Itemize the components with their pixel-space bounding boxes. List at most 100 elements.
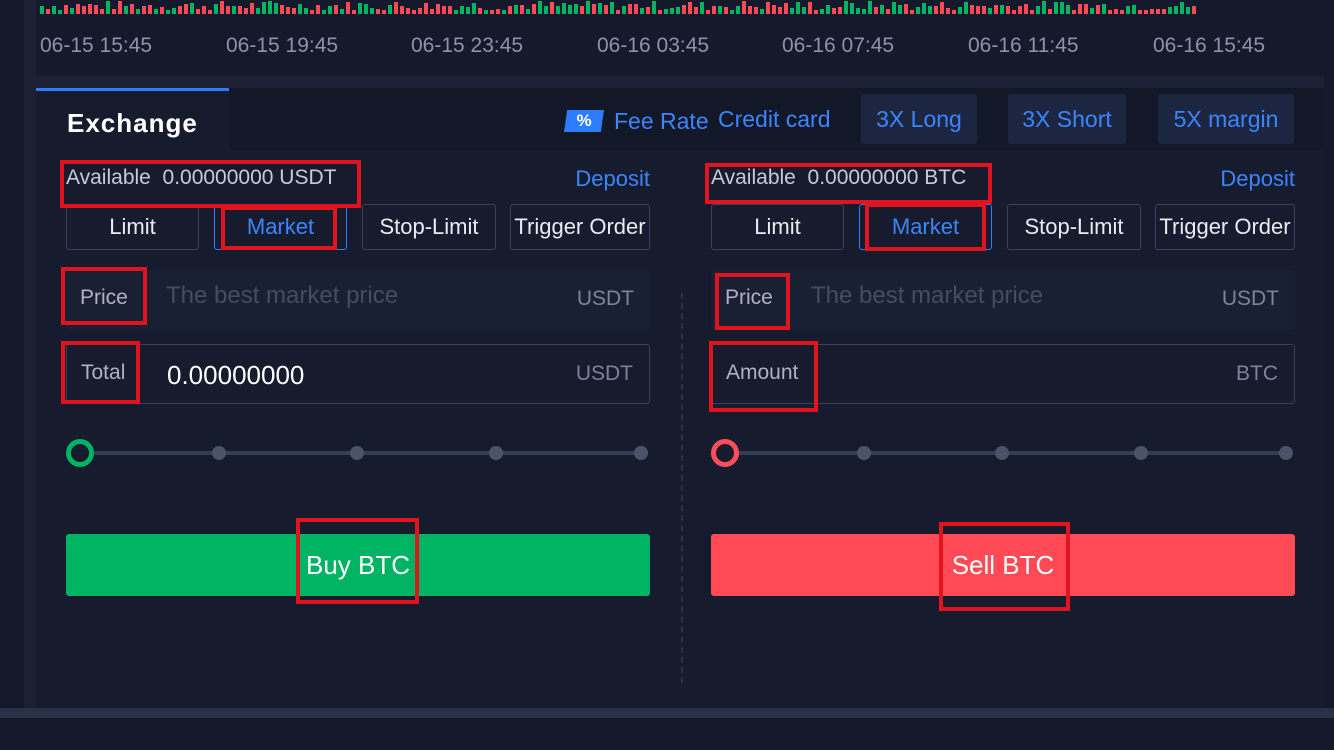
sell-percent-slider[interactable] <box>711 439 1295 467</box>
buy-price-unit: USDT <box>576 287 634 310</box>
sell-tab-stop-limit[interactable]: Stop-Limit <box>1007 204 1141 250</box>
sell-deposit-link[interactable]: Deposit <box>1220 166 1295 192</box>
candle-bar <box>1102 4 1106 14</box>
candle-bar <box>484 10 488 14</box>
buy-slider-handle[interactable] <box>66 439 94 467</box>
slider-step[interactable] <box>1134 446 1148 460</box>
trade-tab-bar: Exchange % Fee Rate Credit card 3X Long … <box>36 88 1324 150</box>
3x-short-button[interactable]: 3X Short <box>1008 94 1126 144</box>
candle-bar <box>994 5 998 14</box>
5x-margin-button[interactable]: 5X margin <box>1158 94 1294 144</box>
candle-bar <box>760 9 764 14</box>
buy-btc-button[interactable]: Buy BTC <box>66 534 650 596</box>
slider-step[interactable] <box>212 446 226 460</box>
candle-bar <box>376 9 380 14</box>
candle-bar <box>856 8 860 14</box>
buy-deposit-link[interactable]: Deposit <box>575 166 650 192</box>
candle-bar <box>256 8 260 14</box>
candle-bar <box>976 6 980 14</box>
candle-bar <box>730 10 734 14</box>
slider-step[interactable] <box>489 446 503 460</box>
sell-price-field[interactable]: Price The best market price USDT <box>711 270 1295 330</box>
candle-bar <box>1036 6 1040 14</box>
credit-card-link[interactable]: Credit card <box>718 106 830 133</box>
candle-bar <box>352 10 356 14</box>
candle-bar <box>202 6 206 14</box>
buy-total-value: 0.00000000 <box>167 360 305 390</box>
candle-bar <box>226 6 230 14</box>
sell-tab-trigger-order[interactable]: Trigger Order <box>1155 204 1295 250</box>
form-divider <box>681 293 683 683</box>
sell-slider-handle[interactable] <box>711 439 739 467</box>
sell-tab-market[interactable]: Market <box>859 204 992 250</box>
candle-bar <box>328 6 332 14</box>
candle-bar <box>508 6 512 14</box>
candle-bar <box>454 10 458 14</box>
sell-price-placeholder: The best market price <box>811 282 1044 309</box>
candle-bar <box>1126 6 1130 14</box>
candle-bar <box>1090 8 1094 14</box>
fee-rate-link[interactable]: % Fee Rate <box>564 106 709 136</box>
slider-step[interactable] <box>857 446 871 460</box>
candle-bar <box>340 9 344 14</box>
sell-available-balance: Available 0.00000000 BTC <box>711 166 967 189</box>
candle-bar <box>1168 7 1172 14</box>
slider-step[interactable] <box>995 446 1009 460</box>
slider-step[interactable] <box>634 446 648 460</box>
candle-bar <box>1018 6 1022 14</box>
candle-bar <box>178 6 182 14</box>
candle-bar <box>598 3 602 14</box>
fee-rate-label: Fee Rate <box>614 107 709 134</box>
buy-percent-slider[interactable] <box>66 439 650 467</box>
candle-bar <box>82 6 86 14</box>
candle-bar <box>322 10 326 14</box>
candle-bar <box>136 9 140 14</box>
candle-bar <box>232 6 236 14</box>
candle-bar <box>880 5 884 14</box>
tab-exchange[interactable]: Exchange <box>36 88 229 150</box>
candle-bar <box>334 5 338 14</box>
candle-bar <box>166 10 170 14</box>
candle-bar <box>1162 9 1166 14</box>
buy-tab-market[interactable]: Market <box>214 204 347 250</box>
candle-bar <box>142 6 146 14</box>
candle-bar <box>154 9 158 14</box>
candle-bar <box>778 7 782 14</box>
candle-bar <box>88 4 92 14</box>
slider-step[interactable] <box>350 446 364 460</box>
time-axis: 06-15 15:45 06-15 19:45 06-15 23:45 06-1… <box>36 30 1324 62</box>
buy-price-field[interactable]: Price The best market price USDT <box>66 270 650 330</box>
candle-bar <box>640 8 644 14</box>
candle-bar <box>190 3 194 14</box>
candle-bar <box>520 5 524 14</box>
candle-bar <box>922 3 926 14</box>
candle-bar <box>1150 9 1154 14</box>
buy-tab-limit[interactable]: Limit <box>66 204 199 250</box>
candle-bar <box>1000 5 1004 14</box>
candle-bar <box>958 7 962 14</box>
3x-long-button[interactable]: 3X Long <box>861 94 977 144</box>
slider-step[interactable] <box>1279 446 1293 460</box>
sell-tab-limit[interactable]: Limit <box>711 204 844 250</box>
sell-amount-field[interactable]: Amount BTC <box>711 344 1295 404</box>
left-edge-panel <box>0 0 24 708</box>
time-tick-label: 06-15 23:45 <box>411 34 524 57</box>
candle-bar <box>388 5 392 14</box>
buy-total-label: Total <box>81 361 126 384</box>
time-tick-label: 06-16 03:45 <box>597 34 710 57</box>
candle-bar <box>1174 6 1178 14</box>
price-chart[interactable]: 06-15 15:45 06-15 19:45 06-15 23:45 06-1… <box>36 0 1324 76</box>
buy-total-field[interactable]: Total 0.00000000 USDT <box>66 344 650 404</box>
buy-tab-trigger-order[interactable]: Trigger Order <box>510 204 650 250</box>
candle-bar <box>418 8 422 14</box>
candle-bar <box>430 9 434 14</box>
candle-bar <box>676 7 680 14</box>
candle-bar <box>238 6 242 14</box>
candle-bar <box>478 8 482 14</box>
candle-bar <box>106 1 110 14</box>
buy-tab-stop-limit[interactable]: Stop-Limit <box>362 204 496 250</box>
time-tick-label: 06-16 07:45 <box>782 34 895 57</box>
sell-btc-button[interactable]: Sell BTC <box>711 534 1295 596</box>
candlestick-bars <box>36 0 1196 14</box>
bottom-divider <box>0 708 1334 718</box>
